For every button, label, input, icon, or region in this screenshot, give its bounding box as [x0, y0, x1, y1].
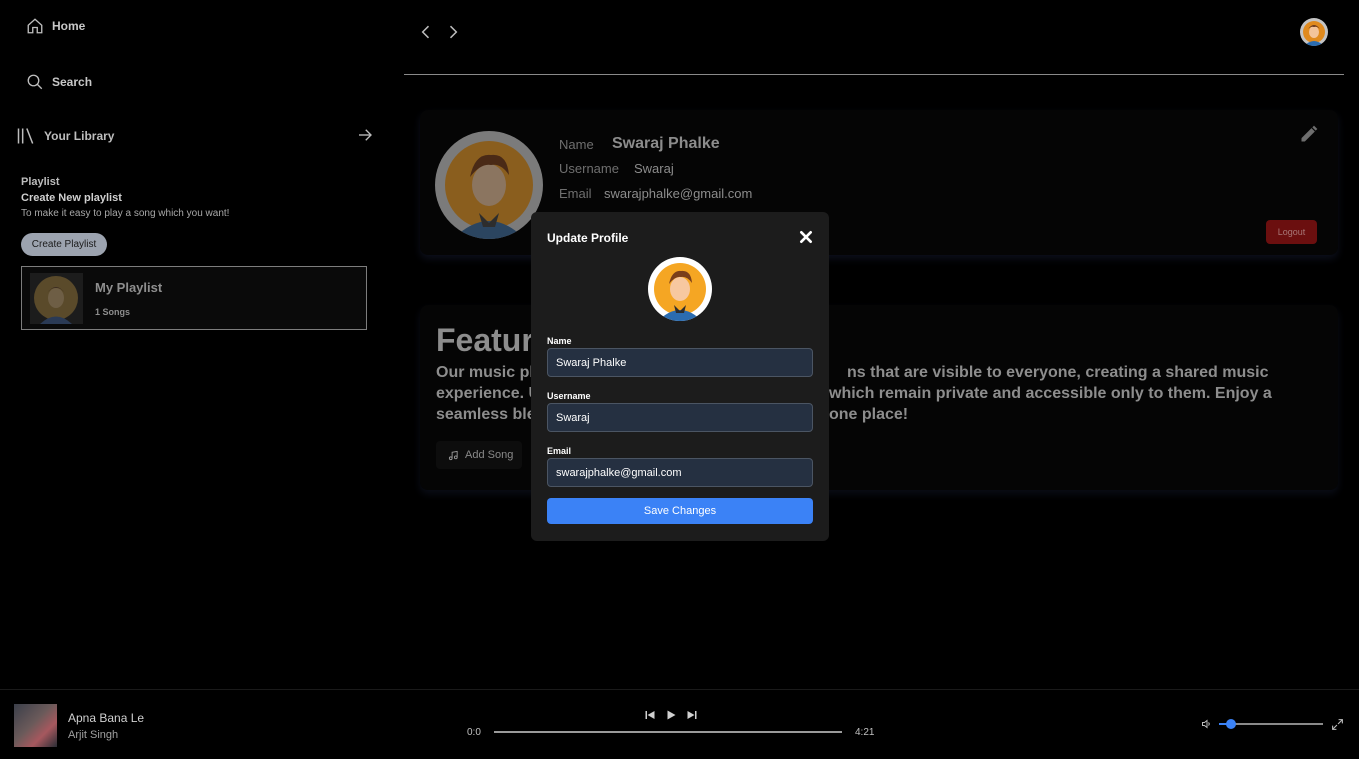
featured-desc-line2-b: which remain private and accessible only…: [829, 385, 1272, 402]
fullscreen-icon[interactable]: [1331, 718, 1344, 731]
playlist-card[interactable]: My Playlist 1 Songs: [21, 266, 367, 330]
featured-title: Featur: [436, 322, 534, 358]
volume-icon[interactable]: [1201, 718, 1213, 730]
modal-title: Update Profile: [547, 231, 629, 245]
player-bar: Apna Bana Le Arjit Singh 0:0 4:21: [0, 689, 1359, 759]
music-note-icon: [448, 450, 458, 460]
profile-name-value: Swaraj Phalke: [612, 135, 720, 152]
now-playing-artist: Arjit Singh: [68, 729, 119, 741]
volume-slider[interactable]: [1219, 719, 1323, 729]
profile-name-label: Name: [559, 137, 594, 152]
email-field[interactable]: [547, 458, 813, 487]
now-playing-cover: [14, 704, 57, 747]
create-playlist-button[interactable]: Create Playlist: [21, 233, 107, 256]
profile-username-value: Swaraj: [634, 161, 674, 176]
nav-home[interactable]: Home: [26, 17, 85, 35]
profile-avatar: [435, 131, 543, 239]
create-new-title: Create New playlist: [21, 192, 122, 204]
playlist-song-count: 1 Songs: [95, 307, 131, 317]
create-new-desc: To make it easy to play a song which you…: [21, 208, 230, 219]
previous-icon[interactable]: [644, 709, 656, 721]
sidebar: Home Search Your Library Playlist Create…: [0, 0, 390, 689]
name-field[interactable]: [547, 348, 813, 377]
save-changes-button[interactable]: Save Changes: [547, 498, 813, 524]
volume-handle[interactable]: [1226, 719, 1237, 729]
close-icon[interactable]: [798, 229, 814, 245]
nav-search-label: Search: [52, 75, 93, 89]
modal-email-label: Email: [547, 446, 572, 456]
add-song-label: Add Song: [465, 449, 514, 461]
nav-search[interactable]: Search: [26, 73, 92, 91]
header-divider: [404, 74, 1344, 75]
library-icon[interactable]: [16, 126, 36, 146]
add-song-button[interactable]: Add Song: [436, 441, 522, 469]
pencil-icon[interactable]: [1299, 124, 1319, 144]
progress-bar[interactable]: [494, 731, 842, 733]
user-avatar[interactable]: [1300, 18, 1328, 46]
profile-username-label: Username: [559, 161, 619, 176]
back-arrow-icon[interactable]: [416, 22, 436, 42]
nav-home-label: Home: [52, 19, 86, 33]
arrow-right-icon[interactable]: [356, 126, 374, 144]
total-time: 4:21: [855, 727, 875, 738]
now-playing-title: Apna Bana Le: [68, 711, 145, 725]
featured-desc-line1-a: Our music pl: [436, 364, 534, 381]
search-icon: [27, 74, 43, 90]
library-header: Your Library: [16, 126, 376, 146]
forward-arrow-icon[interactable]: [443, 22, 463, 42]
username-field[interactable]: [547, 403, 813, 432]
current-time: 0:0: [467, 727, 481, 738]
modal-name-label: Name: [547, 336, 572, 346]
playlist-heading: Playlist: [21, 176, 60, 188]
featured-desc-line3-a: seamless ble: [436, 406, 536, 423]
play-icon[interactable]: [665, 709, 677, 721]
playlist-name: My Playlist: [95, 280, 163, 295]
profile-email-label: Email: [559, 186, 592, 201]
featured-desc-line1-b: ns that are visible to everyone, creatin…: [847, 364, 1269, 381]
featured-desc-line2-a: experience. U: [436, 385, 541, 402]
profile-email-value: swarajphalke@gmail.com: [604, 186, 753, 201]
home-icon: [27, 18, 43, 34]
featured-desc-line3-b: one place!: [829, 406, 909, 423]
update-profile-modal: Update Profile Name Username Email Save …: [531, 212, 829, 541]
modal-username-label: Username: [547, 391, 591, 401]
library-label: Your Library: [44, 129, 115, 143]
logout-button[interactable]: Logout: [1266, 220, 1317, 244]
next-icon[interactable]: [686, 709, 698, 721]
playlist-thumbnail: [30, 273, 83, 324]
modal-avatar[interactable]: [648, 257, 712, 321]
